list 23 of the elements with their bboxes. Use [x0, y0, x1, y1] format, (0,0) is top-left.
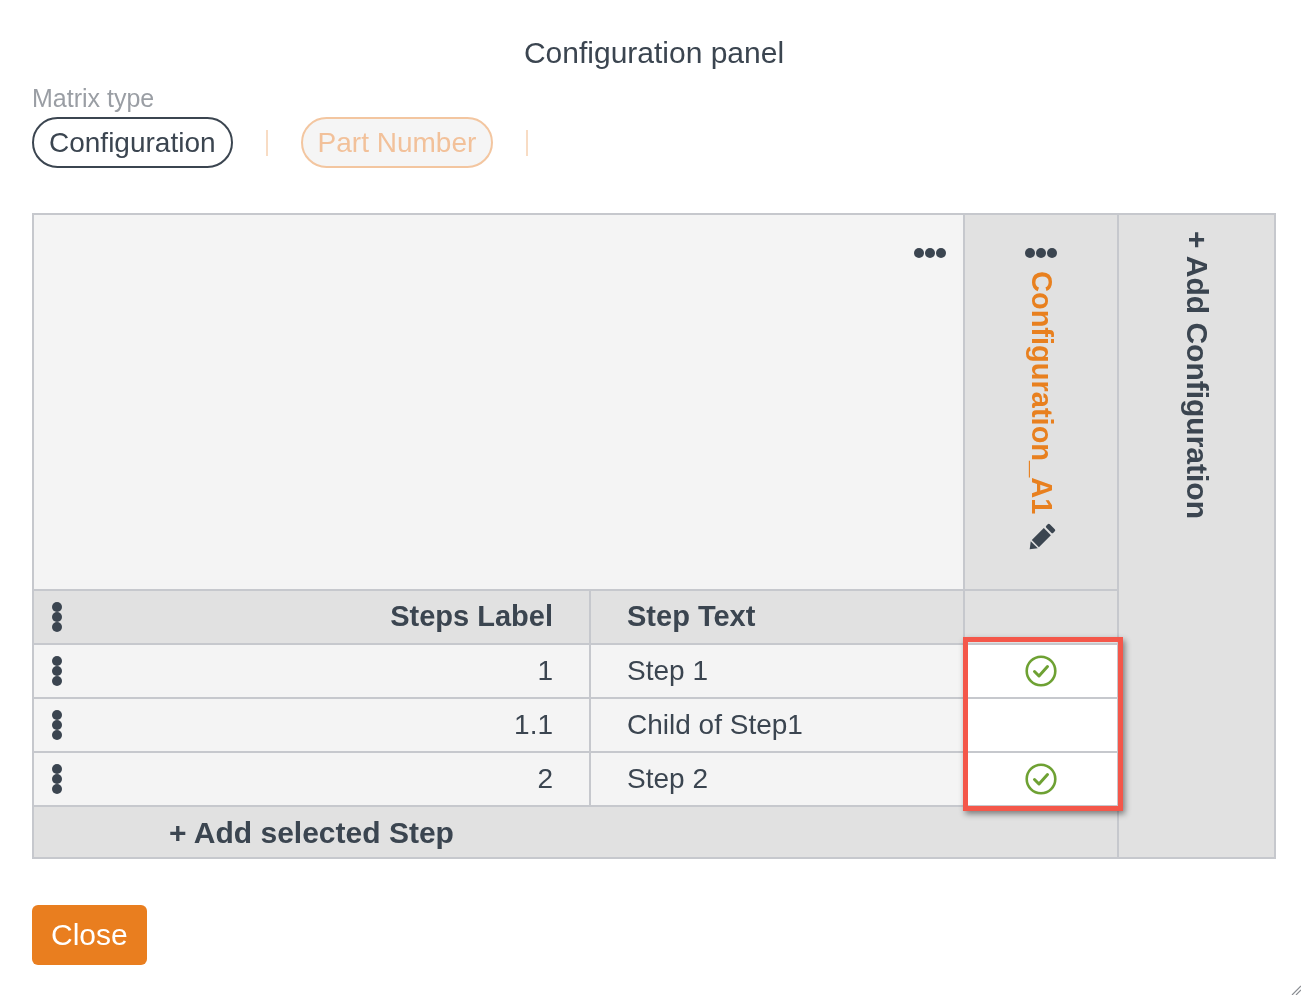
matrix-type-toggle[interactable]: Configuration — [32, 117, 233, 168]
dialog-title: Configuration panel — [522, 35, 786, 71]
more-horizontal-icon[interactable] — [914, 248, 946, 258]
more-vertical-icon[interactable] — [52, 656, 62, 686]
more-vertical-icon[interactable] — [52, 710, 62, 740]
more-vertical-icon[interactable] — [52, 764, 62, 794]
more-horizontal-icon[interactable] — [1025, 248, 1057, 258]
step-label: 1.1 — [514, 708, 553, 742]
more-vertical-icon[interactable] — [52, 602, 62, 632]
resize-grip-icon[interactable] — [1291, 985, 1301, 995]
step-label: 1 — [537, 654, 553, 688]
add-configuration-button[interactable]: + Add Configuration — [1181, 231, 1212, 520]
column-header-label: Steps Label — [390, 599, 553, 635]
column-title: Configuration_A1 — [1026, 271, 1056, 515]
table-cell: Child of Step1 — [591, 699, 963, 751]
column-header: Step Text — [591, 591, 963, 643]
check-circle-icon — [1025, 655, 1057, 687]
check-circle-icon — [1025, 763, 1057, 795]
table-cell: Step 2 — [591, 753, 963, 805]
table-cell: Step 1 — [591, 645, 963, 697]
field-label: Matrix type — [32, 84, 156, 112]
add-step-button[interactable]: + Add selected Step — [169, 815, 454, 849]
step-label: 2 — [537, 762, 553, 796]
